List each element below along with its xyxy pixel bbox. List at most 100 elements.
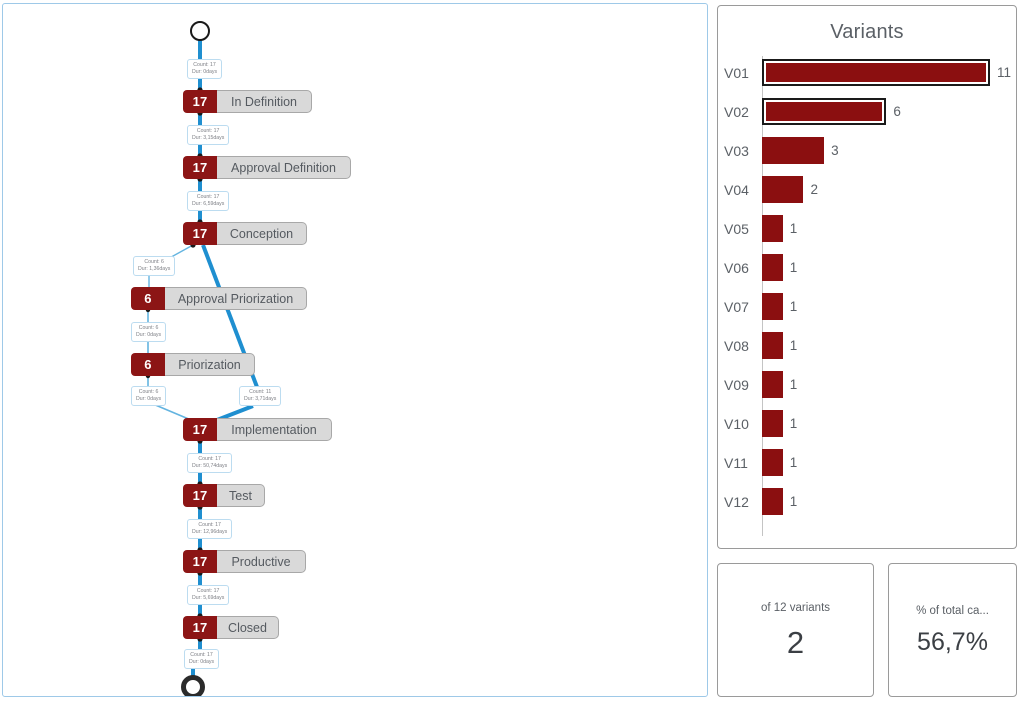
edge-label: Count: 11 Dur: 3,71days <box>239 386 282 407</box>
process-node-approval-priorization[interactable]: 6 Approval Priorization <box>131 287 307 310</box>
process-node-conception[interactable]: 17 Conception <box>183 222 307 245</box>
edge-label-duration: Dur: 12,96days <box>192 529 228 536</box>
edge-label-duration: Dur: 1,36days <box>138 266 171 273</box>
variant-row[interactable]: V07 1 <box>718 287 1016 326</box>
edge-label-count: Count: 17 <box>198 456 221 462</box>
edge-label: Count: 17 Dur: 3,15days <box>187 125 230 146</box>
edge-label-count: Count: 6 <box>138 389 159 395</box>
variant-value: 3 <box>831 143 839 158</box>
variant-value: 1 <box>789 494 798 509</box>
variant-bar[interactable] <box>762 371 783 398</box>
variant-row[interactable]: V06 1 <box>718 248 1016 287</box>
process-graph-panel[interactable]: 17 In Definition 17 Approval Definition 17 Co… <box>2 3 708 697</box>
edge-label-count: Count: 6 <box>138 325 159 331</box>
process-node-test[interactable]: 17 Test <box>183 484 265 507</box>
variant-name: V07 <box>724 298 749 315</box>
process-node-count: 17 <box>183 418 217 441</box>
process-node-implementation[interactable]: 17 Implementation <box>183 418 332 441</box>
process-node-label: Implementation <box>217 418 332 441</box>
edge-label-duration: Dur: 3,15days <box>192 135 225 142</box>
variant-bar[interactable] <box>762 293 783 320</box>
process-node-count: 17 <box>183 156 217 179</box>
edge-label-count: Count: 17 <box>198 522 221 528</box>
edge-label-duration: Dur: 0days <box>136 332 162 339</box>
process-node-count: 17 <box>183 616 217 639</box>
variant-name: V10 <box>724 415 749 432</box>
process-node-label: Productive <box>217 550 306 573</box>
variant-bar-wrap: 1 <box>762 410 797 437</box>
process-node-count: 17 <box>183 484 217 507</box>
kpi-tile-total-cases[interactable]: % of total ca... 56,7% <box>888 563 1017 697</box>
variant-row[interactable]: V05 1 <box>718 209 1016 248</box>
variant-bar[interactable] <box>762 215 783 242</box>
edge-label-duration: Dur: 6,59days <box>192 201 225 208</box>
variant-bar-wrap: 3 <box>762 137 839 164</box>
process-node-label: Test <box>217 484 265 507</box>
variant-bar[interactable] <box>762 488 783 515</box>
process-node-count: 6 <box>131 353 165 376</box>
variant-name: V12 <box>724 493 749 510</box>
variant-bar[interactable] <box>762 254 783 281</box>
variant-row[interactable]: V11 1 <box>718 443 1016 482</box>
variant-bar-selected[interactable] <box>762 98 887 125</box>
variant-bar-wrap: 2 <box>762 176 818 203</box>
variant-value: 1 <box>789 455 798 470</box>
process-node-productive[interactable]: 17 Productive <box>183 550 306 573</box>
variant-bar-wrap: 1 <box>762 254 797 281</box>
variant-bar-selected[interactable] <box>762 59 990 86</box>
variants-panel[interactable]: Variants V01 11 V02 6 V03 3 V04 2 V05 1 V06 1 V07 1 V0… <box>717 5 1017 549</box>
process-mining-dashboard: 17 In Definition 17 Approval Definition 17 Co… <box>0 0 1024 702</box>
variant-name: V04 <box>724 181 749 198</box>
process-node-count: 17 <box>183 550 217 573</box>
edge-label-count: Count: 6 <box>144 259 164 265</box>
edge-label-duration: Dur: 0days <box>189 659 215 666</box>
variant-bar-wrap: 6 <box>762 98 901 125</box>
process-node-count: 17 <box>183 222 217 245</box>
variant-bar[interactable] <box>762 176 804 203</box>
variant-row[interactable]: V12 1 <box>718 482 1016 521</box>
variant-value: 11 <box>997 65 1012 80</box>
edge-label-duration: Dur: 5,69days <box>192 595 225 602</box>
variant-name: V06 <box>724 259 749 276</box>
edge-label-count: Count: 17 <box>190 652 213 658</box>
variant-value: 6 <box>893 104 901 119</box>
variant-name: V01 <box>724 64 749 81</box>
variant-row[interactable]: V10 1 <box>718 404 1016 443</box>
process-node-in-definition[interactable]: 17 In Definition <box>183 90 312 113</box>
process-graph-edges <box>145 21 259 696</box>
edge-label-duration: Dur: 50,74days <box>192 463 228 470</box>
edge-label: Count: 17 Dur: 0days <box>184 649 220 670</box>
variant-bar[interactable] <box>762 137 825 164</box>
variant-value: 2 <box>810 182 818 197</box>
edge-label-duration: Dur: 0days <box>136 396 162 403</box>
variant-name: V08 <box>724 337 749 354</box>
variant-bar-wrap: 1 <box>762 449 797 476</box>
variants-bar-chart[interactable]: V01 11 V02 6 V03 3 V04 2 V05 1 V06 1 V07 1 V08 1 V09 1 V10… <box>718 53 1016 542</box>
edge-label-count: Count: 17 <box>193 62 216 68</box>
variant-value: 1 <box>789 338 798 353</box>
variant-row[interactable]: V03 3 <box>718 131 1016 170</box>
variant-bar-wrap: 1 <box>762 371 797 398</box>
process-node-priorization[interactable]: 6 Priorization <box>131 353 255 376</box>
process-node-label: Approval Definition <box>217 156 351 179</box>
variant-bar[interactable] <box>762 449 783 476</box>
variant-row[interactable]: V04 2 <box>718 170 1016 209</box>
kpi-tile-variants[interactable]: of 12 variants 2 <box>717 563 874 697</box>
variant-bar-wrap: 1 <box>762 488 797 515</box>
process-node-label: Conception <box>217 222 307 245</box>
variant-row[interactable]: V02 6 <box>718 92 1016 131</box>
kpi-variants-caption: of 12 variants <box>760 602 831 614</box>
variant-bar[interactable] <box>762 410 783 437</box>
variant-bar-wrap: 1 <box>762 332 797 359</box>
process-node-label: Approval Priorization <box>165 287 307 310</box>
variant-row[interactable]: V08 1 <box>718 326 1016 365</box>
variant-row[interactable]: V09 1 <box>718 365 1016 404</box>
process-node-approval-definition[interactable]: 17 Approval Definition <box>183 156 351 179</box>
variant-bar[interactable] <box>762 332 783 359</box>
variants-title: Variants <box>830 21 904 43</box>
variant-row[interactable]: V01 11 <box>718 53 1016 92</box>
process-node-closed[interactable]: 17 Closed <box>183 616 279 639</box>
edge-label-count: Count: 17 <box>196 128 220 134</box>
edge-label-duration: Dur: 3,71days <box>244 396 277 403</box>
edge-label-count: Count: 17 <box>196 588 220 594</box>
